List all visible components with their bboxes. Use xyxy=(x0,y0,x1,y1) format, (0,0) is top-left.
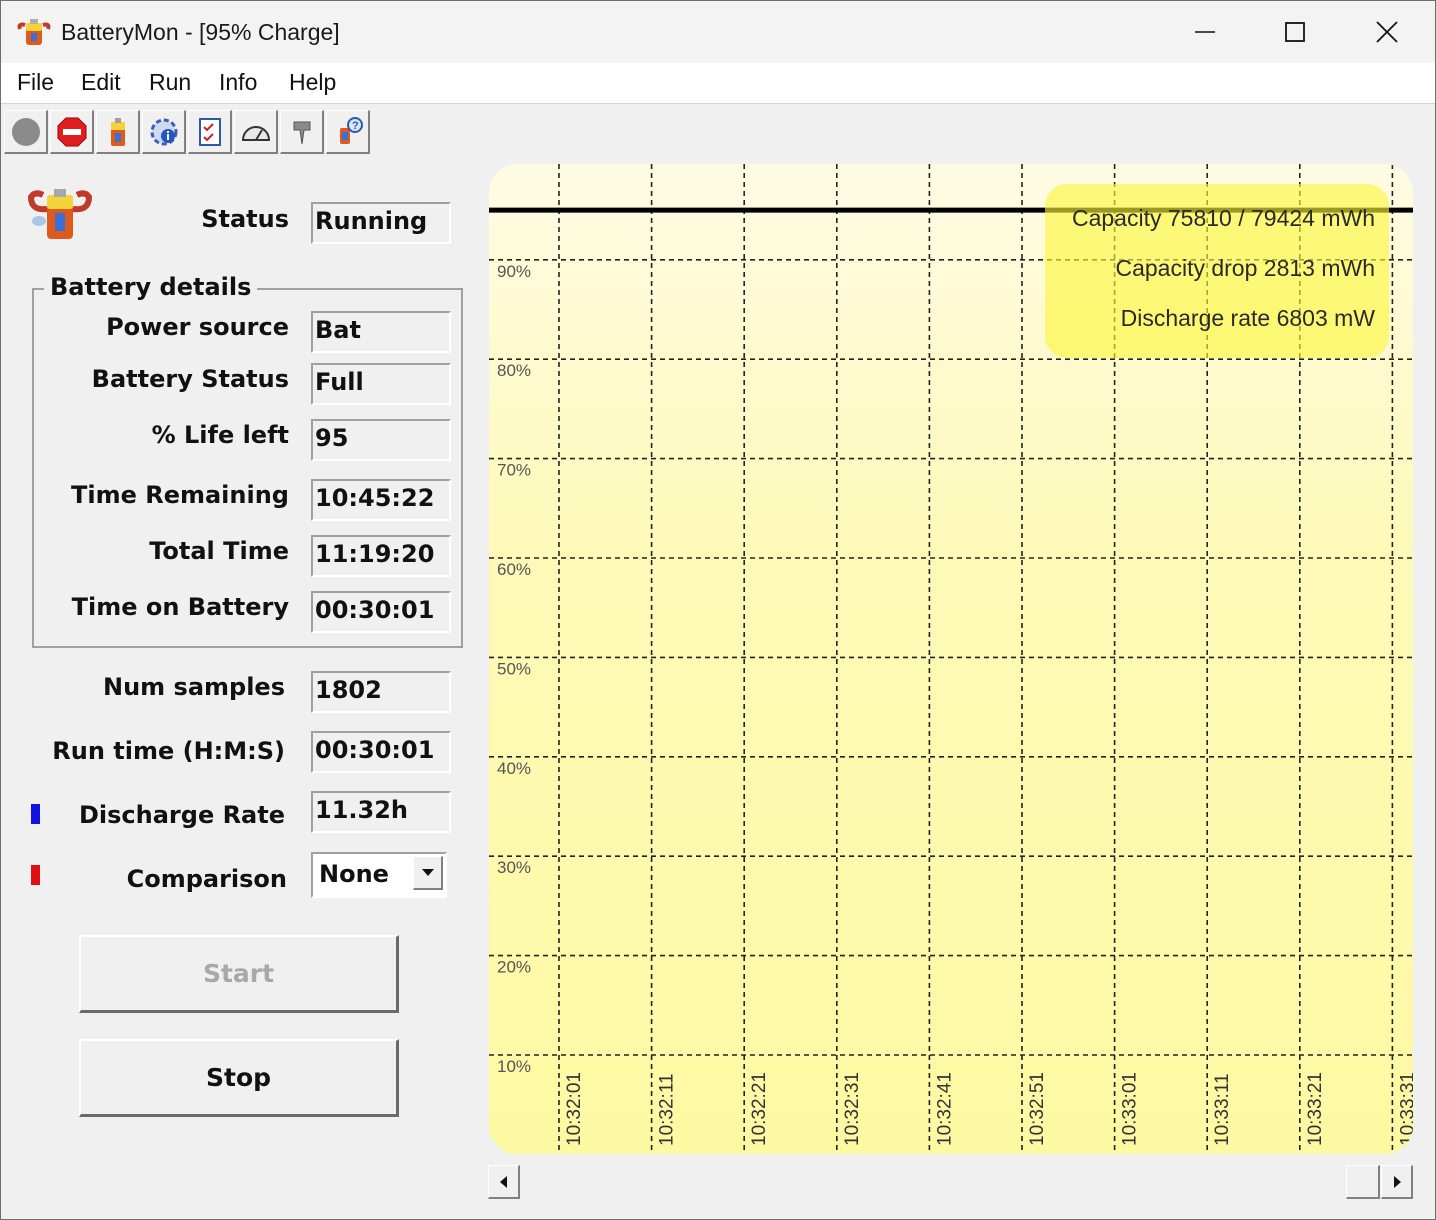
chart-info-overlay: Capacity 75810 / 79424 mWh Capacity drop… xyxy=(1045,184,1389,358)
num-samples-field: 1802 xyxy=(311,671,451,713)
close-button[interactable] xyxy=(1341,1,1433,63)
y-tick-label: 70% xyxy=(497,461,531,480)
batterymon-window: BatteryMon - [95% Charge] File Edit Run … xyxy=(0,0,1436,1220)
comparison-marker xyxy=(31,865,40,885)
battery-status-label: Battery Status xyxy=(91,365,289,393)
start-button[interactable]: Start xyxy=(79,935,399,1013)
time-on-battery-label: Time on Battery xyxy=(71,593,289,621)
y-tick-label: 80% xyxy=(497,361,531,380)
x-tick-label: 10:33:21 xyxy=(1305,1072,1326,1146)
y-tick-label: 20% xyxy=(497,958,531,977)
toolbar-battery-info-button[interactable] xyxy=(142,110,186,154)
x-tick-label: 10:33:11 xyxy=(1212,1073,1233,1146)
chart-scrollbar[interactable] xyxy=(488,1165,1414,1199)
y-tick-label: 50% xyxy=(497,659,531,678)
title-bar: BatteryMon - [95% Charge] xyxy=(1,1,1435,63)
comparison-dropdown-button[interactable] xyxy=(413,856,443,890)
power-source-field: Bat xyxy=(311,311,451,353)
life-left-label: % Life left xyxy=(151,421,289,449)
chevron-down-icon xyxy=(421,868,434,876)
x-tick-label: 10:32:11 xyxy=(657,1073,678,1146)
toolbar-gauge-button[interactable] xyxy=(234,110,278,154)
battery-status-field: Full xyxy=(311,363,451,405)
y-tick-label: 60% xyxy=(497,560,531,579)
battery-chart-svg: 90% 80% 70% 60% 50% 40% 30% 20% 10% 10:32:01 10:3… xyxy=(489,164,1413,1154)
battery-details-title: Battery details xyxy=(44,273,258,301)
pin-icon xyxy=(293,121,310,144)
y-tick-label: 40% xyxy=(497,759,531,778)
run-time-field: 00:30:01 xyxy=(311,731,451,773)
toolbar-battery-button[interactable] xyxy=(96,110,140,154)
comparison-select-value: None xyxy=(319,860,389,888)
toolbar-help-button[interactable]: ? xyxy=(326,110,370,154)
battery-chart: 90% 80% 70% 60% 50% 40% 30% 20% 10% 10:32:01 10:3… xyxy=(489,164,1413,1154)
scroll-thumb[interactable] xyxy=(1346,1165,1380,1199)
menu-run[interactable]: Run xyxy=(149,69,191,96)
maximize-icon xyxy=(1285,22,1305,42)
menu-bar: File Edit Run Info Help xyxy=(1,63,1435,104)
toolbar-pin-button[interactable] xyxy=(280,110,324,154)
battery-info-icon xyxy=(150,118,177,145)
svg-text:?: ? xyxy=(352,120,359,132)
minimize-button[interactable] xyxy=(1159,1,1251,63)
close-icon xyxy=(1376,21,1398,43)
gauge-icon xyxy=(241,125,270,141)
discharge-rate-label: Discharge Rate xyxy=(78,801,285,829)
comparison-label: Comparison xyxy=(126,865,287,893)
menu-file[interactable]: File xyxy=(17,69,54,96)
capacity-drop-text: Capacity drop 2813 mWh xyxy=(1115,255,1375,281)
stop-button[interactable]: Stop xyxy=(79,1039,399,1117)
status-label: Status xyxy=(201,205,289,233)
x-tick-label: 10:32:01 xyxy=(564,1072,585,1146)
menu-info[interactable]: Info xyxy=(219,69,257,96)
x-tick-label: 10:32:51 xyxy=(1027,1072,1048,1146)
comparison-select[interactable]: None xyxy=(311,852,447,898)
y-tick-label: 30% xyxy=(497,858,531,877)
x-tick-label: 10:33:01 xyxy=(1120,1072,1141,1146)
y-tick-label: 10% xyxy=(497,1057,531,1076)
scroll-left-button[interactable] xyxy=(488,1165,520,1199)
checklist-icon xyxy=(198,117,221,146)
x-tick-label: 10:32:31 xyxy=(842,1072,863,1146)
comparison-label-clip: Comparison xyxy=(41,859,291,905)
discharge-rate-text: Discharge rate 6803 mW xyxy=(1121,305,1376,331)
toolbar-checklist-button[interactable] xyxy=(188,110,232,154)
y-tick-label: 90% xyxy=(497,262,531,281)
time-remaining-label: Time Remaining xyxy=(70,481,289,509)
minimize-icon xyxy=(1195,31,1215,33)
discharge-rate-marker xyxy=(31,804,40,824)
battery-app-icon xyxy=(17,15,51,49)
record-icon xyxy=(11,117,40,146)
toolbar-stop-button[interactable] xyxy=(50,110,94,154)
total-time-field: 11:19:20 xyxy=(311,535,451,577)
menu-help[interactable]: Help xyxy=(289,69,336,96)
help-icon: ? xyxy=(339,116,363,144)
maximize-button[interactable] xyxy=(1249,1,1341,63)
power-source-label: Power source xyxy=(106,313,289,341)
life-left-field: 95 xyxy=(311,419,451,461)
toolbar-record-button[interactable] xyxy=(4,110,48,154)
toolbar: ? xyxy=(1,104,1435,160)
x-tick-label: 10:32:41 xyxy=(934,1072,955,1146)
battery-icon xyxy=(110,117,125,146)
x-tick-label: 10:32:21 xyxy=(749,1072,770,1146)
discharge-rate-field: 11.32h xyxy=(311,791,451,833)
time-on-battery-field: 00:30:01 xyxy=(311,591,451,633)
window-title: BatteryMon - [95% Charge] xyxy=(61,19,340,45)
num-samples-label: Num samples xyxy=(103,673,285,701)
status-field: Running xyxy=(311,202,451,244)
total-time-label: Total Time xyxy=(149,537,289,565)
stop-sign-icon xyxy=(57,117,86,146)
x-tick-label: 10:33:31 xyxy=(1397,1072,1413,1146)
capacity-text: Capacity 75810 / 79424 mWh xyxy=(1072,205,1375,231)
time-remaining-field: 10:45:22 xyxy=(311,479,451,521)
arrow-right-icon xyxy=(1393,1175,1401,1188)
arrow-left-icon xyxy=(499,1175,507,1188)
scroll-right-button[interactable] xyxy=(1381,1165,1413,1199)
run-time-label: Run time (H:M:S) xyxy=(52,737,285,765)
battery-logo-icon xyxy=(25,185,93,243)
menu-edit[interactable]: Edit xyxy=(81,69,121,96)
